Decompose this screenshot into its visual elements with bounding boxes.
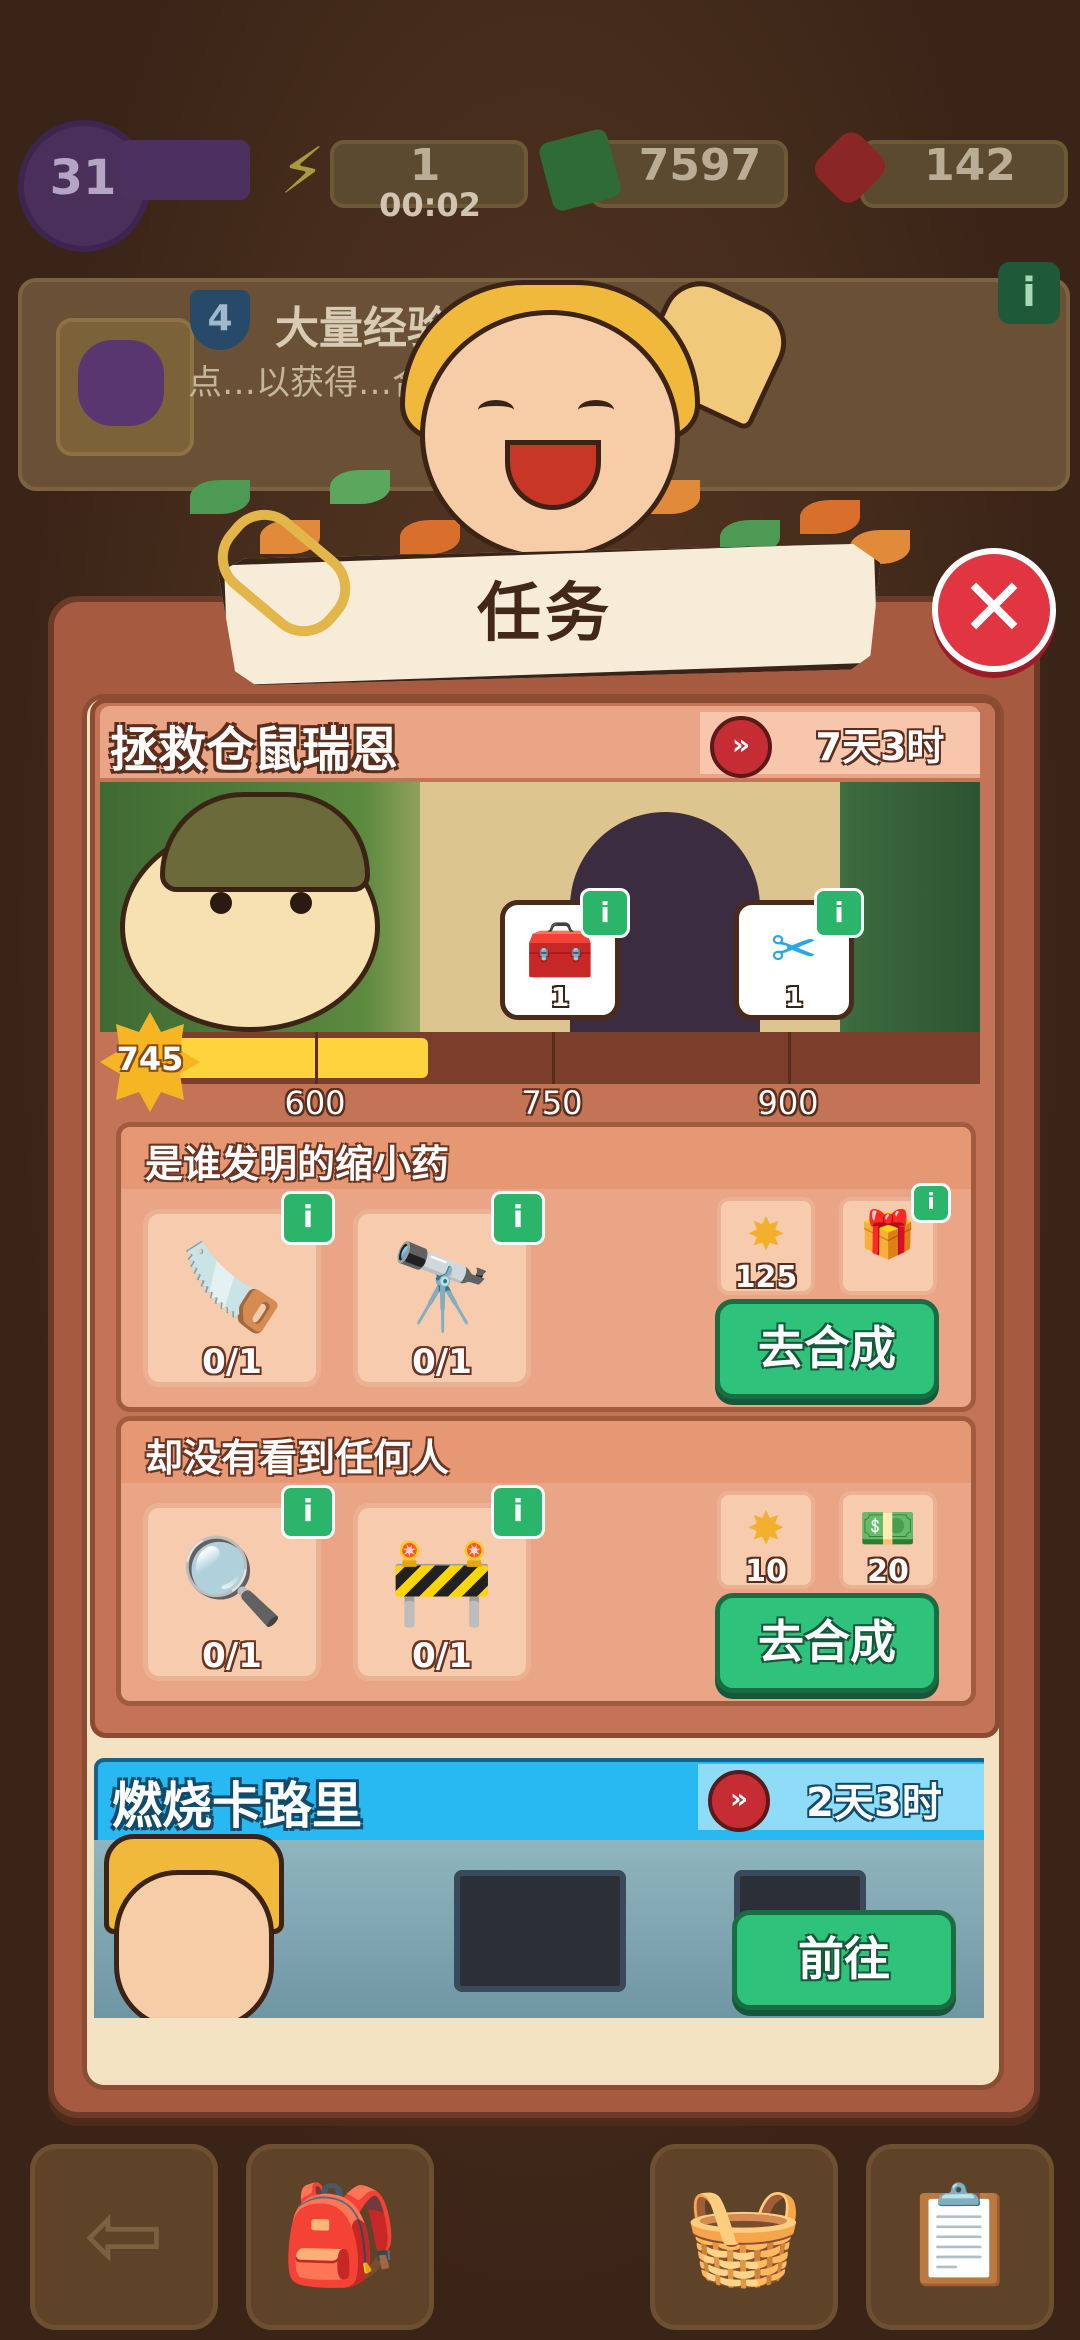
reward-slot: ✸ 125 [717, 1197, 815, 1295]
quest-title: 燃烧卡路里 [112, 1777, 362, 1835]
item-progress: 0/1 [202, 1636, 262, 1676]
milestone-label: 900 [757, 1084, 819, 1122]
bottom-navigation: ⇦ 🎒 🧺 📋 [0, 2130, 1080, 2340]
cash-icon: 💵 [859, 1501, 917, 1555]
basket-icon: 🧺 [684, 2179, 804, 2291]
subtask-title: 却没有看到任何人 [145, 1436, 450, 1480]
clock-icon: » [710, 716, 772, 778]
progress-divider [315, 1032, 318, 1084]
quest-clipboard-icon: 📋 [900, 2179, 1020, 2291]
subtask-panel: 却没有看到任何人 🔍 0/1 i 🚧 0/1 i ✸ 10 💵 20 去合成 [116, 1416, 976, 1706]
info-icon[interactable]: i [911, 1183, 951, 1223]
quest-time-left: 2天3时 [806, 1780, 942, 1826]
subtask-title: 是谁发明的缩小药 [145, 1142, 450, 1186]
info-icon[interactable]: i [281, 1191, 335, 1245]
cash-value: 7597 [638, 140, 762, 191]
shop-button[interactable]: 🧺 [650, 2144, 838, 2330]
item-progress: 0/1 [412, 1342, 472, 1382]
progress-value: 745 [116, 1040, 184, 1078]
info-icon[interactable]: i [281, 1485, 335, 1539]
reward-count: 10 [745, 1554, 787, 1589]
dialog-title: 任务 [477, 577, 613, 651]
go-button[interactable]: 前往 [732, 1910, 956, 2010]
saw-icon: 🪚 [179, 1238, 285, 1336]
shield-level-icon: 4 [190, 290, 250, 350]
hamster-helmet [160, 792, 370, 892]
reward-count: 20 [867, 1554, 909, 1589]
milestone-label: 750 [521, 1084, 583, 1122]
star-badge-icon: ✸ [746, 1207, 786, 1261]
level-number: 31 [49, 150, 117, 206]
milestone-label: 600 [284, 1084, 346, 1122]
quest-title: 拯救仓鼠瑞恩 [110, 722, 399, 778]
leaf-decoration [400, 520, 460, 554]
treadmill-monitor [454, 1870, 626, 1992]
purple-puzzle-icon [78, 340, 164, 426]
back-arrow-icon: ⇦ [83, 2179, 165, 2291]
quest-time-left: 7天3时 [815, 725, 945, 769]
gem-value: 142 [924, 140, 1016, 191]
leaf-decoration [330, 470, 390, 504]
progress-divider [788, 1032, 791, 1084]
info-icon[interactable]: i [814, 888, 864, 938]
magnifier-icon: 🔍 [179, 1532, 285, 1630]
backpack-button[interactable]: 🎒 [246, 2144, 434, 2330]
telescope-icon: 🔭 [389, 1238, 495, 1336]
info-icon[interactable]: i [491, 1191, 545, 1245]
hamster-eye [290, 892, 312, 914]
character-eye [478, 400, 514, 420]
star-badge-icon: ✸ [746, 1501, 786, 1555]
leaf-decoration [190, 480, 250, 514]
clock-icon: » [708, 1770, 770, 1832]
quest-button[interactable]: 📋 [866, 2144, 1054, 2330]
reward-count: 1 [784, 983, 804, 1013]
progress-divider [552, 1032, 555, 1084]
character-face [420, 310, 680, 560]
info-icon[interactable]: i [491, 1485, 545, 1539]
quest-card-burn-calories: 燃烧卡路里 » 2天3时 前往 [94, 1758, 984, 2018]
hero-character [114, 1870, 274, 2018]
subtask-panel: 是谁发明的缩小药 🪚 0/1 i 🔭 0/1 i ✸ 125 🎁 i 去合成 [116, 1122, 976, 1412]
info-icon[interactable]: i [998, 262, 1060, 324]
merge-button[interactable]: 去合成 [715, 1593, 939, 1693]
close-button[interactable]: ✕ [932, 548, 1056, 672]
danger-barrier-icon: 🚧 [389, 1532, 495, 1630]
item-progress: 0/1 [412, 1636, 472, 1676]
reward-count: 125 [734, 1260, 798, 1295]
energy-timer: 00:02 [379, 186, 481, 224]
character-eye [578, 400, 614, 420]
reward-count: 1 [550, 983, 570, 1013]
back-button[interactable]: ⇦ [30, 2144, 218, 2330]
reward-slot: 💵 20 [839, 1491, 937, 1589]
info-icon[interactable]: i [580, 888, 630, 938]
merge-button[interactable]: 去合成 [715, 1299, 939, 1399]
quest-banner-slot [56, 318, 194, 456]
reward-slot: ✸ 10 [717, 1491, 815, 1589]
backpack-icon: 🎒 [280, 2179, 400, 2291]
energy-value: 1 [409, 140, 441, 191]
item-progress: 0/1 [202, 1342, 262, 1382]
hamster-eye [210, 892, 232, 914]
leaf-decoration [800, 500, 860, 534]
